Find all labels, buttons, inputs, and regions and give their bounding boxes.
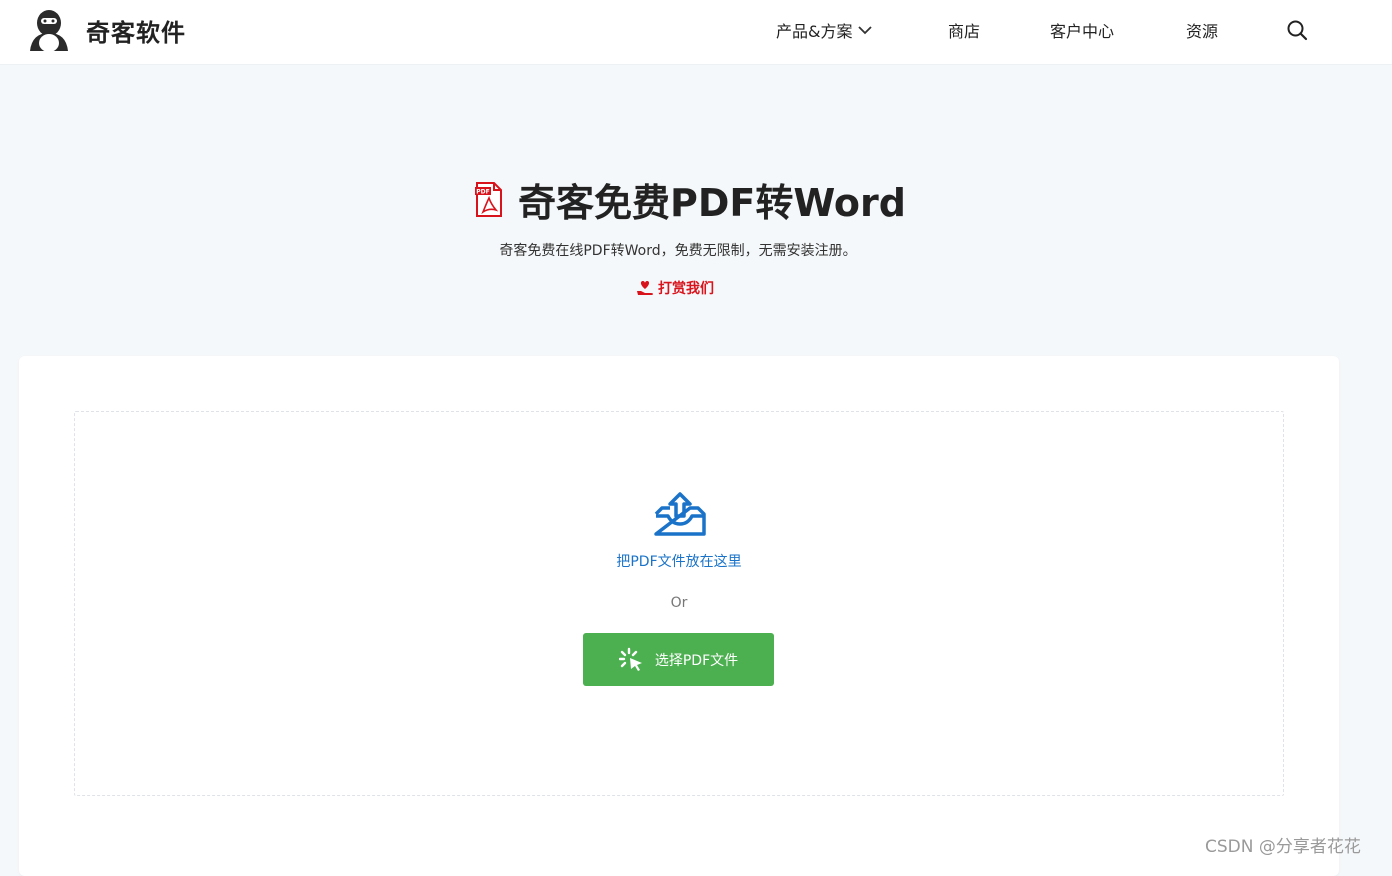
select-pdf-label: 选择PDF文件 xyxy=(654,652,739,669)
page-title: PDF 奇客免费PDF转Word xyxy=(474,172,906,227)
brand-name: 奇客软件 xyxy=(86,18,186,47)
donate-link[interactable]: 打赏我们 xyxy=(636,278,714,298)
upload-tray-icon xyxy=(654,492,706,536)
csdn-watermark: CSDN @分享者花花 xyxy=(1205,837,1361,857)
nav-resources[interactable]: 资源 xyxy=(1186,18,1218,42)
page-title-text: 奇客免费PDF转Word xyxy=(518,181,906,225)
svg-text:PDF: PDF xyxy=(476,188,489,195)
page-subtitle: 奇客免费在线PDF转Word，免费无限制，无需安装注册。 xyxy=(499,243,857,259)
select-pdf-button[interactable]: 选择PDF文件 xyxy=(583,633,774,686)
upload-card: 把PDF文件放在这里 Or 选择PDF文件 xyxy=(19,356,1339,876)
pdf-file-icon: PDF xyxy=(475,181,502,217)
nav-products-solutions[interactable]: 产品&方案 xyxy=(776,18,873,42)
nav-products-label: 产品&方案 xyxy=(776,22,853,41)
pdf-dropzone[interactable]: 把PDF文件放在这里 Or 选择PDF文件 xyxy=(74,411,1284,796)
penguin-logo-icon xyxy=(30,10,68,52)
heart-hand-icon xyxy=(637,281,653,295)
nav-shop[interactable]: 商店 xyxy=(948,18,980,42)
nav-client-center[interactable]: 客户中心 xyxy=(1050,18,1114,42)
or-separator: Or xyxy=(670,595,688,611)
top-header: 奇客软件 产品&方案 商店 客户中心 资源 xyxy=(0,0,1392,65)
drop-instruction: 把PDF文件放在这里 xyxy=(616,554,742,570)
chevron-down-icon xyxy=(858,26,873,35)
search-icon[interactable] xyxy=(1286,19,1308,41)
click-cursor-icon xyxy=(618,647,642,671)
brand-logo[interactable]: 奇客软件 xyxy=(24,6,186,54)
donate-label: 打赏我们 xyxy=(658,281,714,297)
